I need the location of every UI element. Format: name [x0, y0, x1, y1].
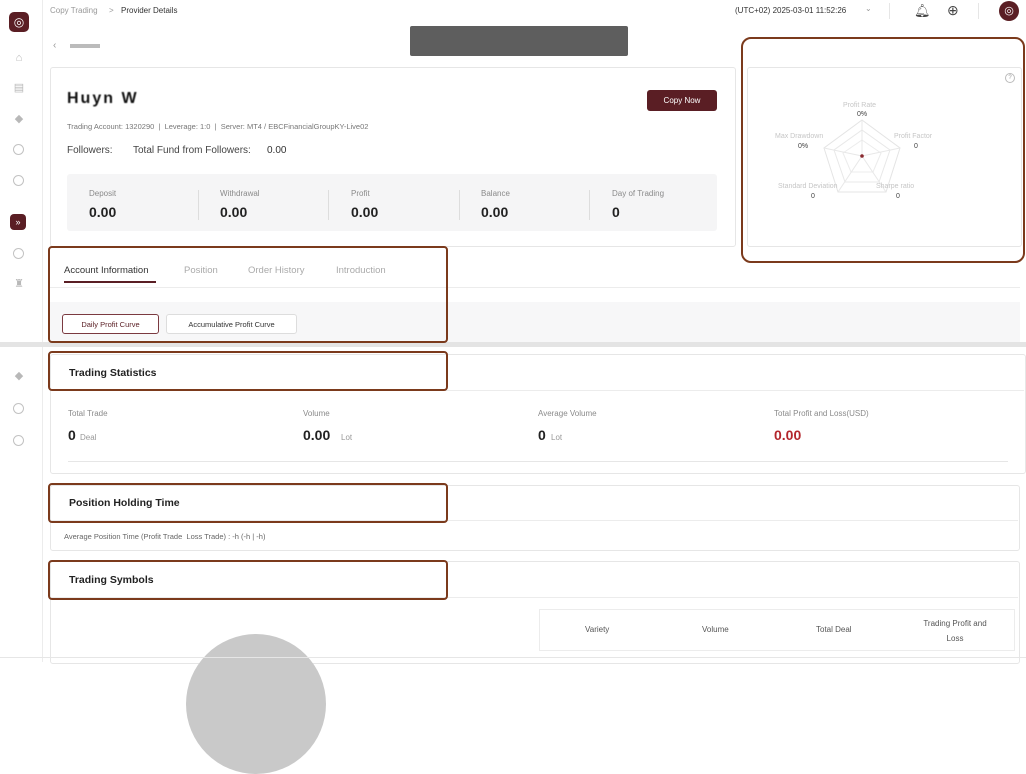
timezone-datetime[interactable]: (UTC+02) 2025-03-01 11:52:26	[735, 6, 846, 15]
annotation-box-radar	[741, 37, 1025, 263]
provider-name: Huyn W	[67, 90, 139, 107]
volume-label: Volume	[303, 409, 330, 418]
user-icon[interactable]	[13, 144, 24, 155]
stat-value: 0	[612, 204, 620, 220]
blurred-provider-id	[70, 44, 100, 48]
divider	[459, 190, 460, 220]
column-volume: Volume	[702, 625, 729, 634]
document-icon[interactable]: ▤	[13, 82, 25, 94]
stat-value: 0.00	[89, 204, 117, 220]
annotation-box-trading-statistics	[48, 351, 448, 391]
stat-label: Profit	[351, 189, 370, 198]
redacted-area	[410, 26, 628, 56]
breadcrumb-separator: >	[109, 6, 114, 15]
help-icon[interactable]	[13, 435, 24, 446]
stat-label: Balance	[481, 189, 510, 198]
copy-now-button[interactable]: Copy Now	[647, 90, 717, 111]
column-total-deal: Total Deal	[816, 625, 852, 634]
chevron-down-icon[interactable]: ⌄	[865, 4, 872, 13]
column-trading-pnl: Trading Profit and Loss	[923, 619, 987, 643]
stat-value: 0.00	[220, 204, 248, 220]
stat-label: Withdrawal	[220, 189, 260, 198]
breadcrumb-root[interactable]: Copy Trading	[50, 6, 98, 15]
total-trade-value: 0	[68, 427, 76, 443]
sidebar: ◎ ⌂ ▤ ◆ » ♜ ◆	[0, 0, 43, 662]
avatar[interactable]: ◎	[999, 1, 1019, 21]
volume-unit: Lot	[341, 433, 353, 442]
total-pnl-label: Total Profit and Loss(USD)	[774, 409, 869, 418]
symbols-pie-chart	[186, 634, 326, 774]
globe-icon[interactable]: ⊕	[947, 2, 959, 19]
fund-value: 0.00	[267, 145, 287, 156]
total-pnl-value: 0.00	[774, 427, 802, 443]
stat-label: Day of Trading	[612, 189, 665, 198]
divider	[0, 657, 1026, 658]
home-icon[interactable]: ⌂	[13, 52, 25, 64]
copy-trading-icon[interactable]: »	[10, 214, 26, 230]
divider	[978, 3, 979, 19]
divider	[198, 190, 199, 220]
divider	[889, 3, 890, 19]
followers-label: Followers:	[67, 145, 113, 156]
total-trade-label: Total Trade	[68, 409, 108, 418]
breadcrumb-current: Provider Details	[121, 6, 178, 15]
cube-icon[interactable]: ◆	[13, 113, 25, 125]
average-volume-unit: Lot	[551, 433, 563, 442]
average-position-time: Average Position Time (Profit Trade Loss…	[64, 532, 266, 541]
divider	[589, 190, 590, 220]
annotation-box-position-holding	[48, 483, 448, 523]
stat-value: 0.00	[351, 204, 379, 220]
help-icon[interactable]	[13, 175, 24, 186]
volume-value: 0.00	[303, 427, 331, 443]
column-variety: Variety	[585, 625, 610, 634]
back-arrow-icon[interactable]: ‹	[53, 40, 56, 51]
average-volume-value: 0	[538, 427, 546, 443]
cube-icon[interactable]: ◆	[13, 370, 25, 382]
stat-label: Deposit	[89, 189, 117, 198]
divider	[68, 461, 1008, 462]
annotation-box-tabs	[48, 246, 448, 343]
account-icon[interactable]	[13, 248, 24, 259]
total-trade-unit: Deal	[80, 433, 97, 442]
annotation-box-trading-symbols	[48, 560, 448, 600]
stats-strip	[67, 174, 717, 231]
bell-icon[interactable]: 🔔︎	[914, 3, 931, 19]
brand-logo[interactable]: ◎	[9, 12, 29, 32]
top-bar: Copy Trading > Provider Details (UTC+02)…	[43, 0, 1026, 24]
account-line: Trading Account: 1320290 | Leverage: 1:0…	[67, 122, 369, 131]
divider	[328, 190, 329, 220]
stat-value: 0.00	[481, 204, 509, 220]
fund-label: Total Fund from Followers:	[133, 145, 251, 156]
average-volume-label: Average Volume	[538, 409, 597, 418]
trophy-icon[interactable]: ♜	[13, 278, 25, 290]
user-icon[interactable]	[13, 403, 24, 414]
